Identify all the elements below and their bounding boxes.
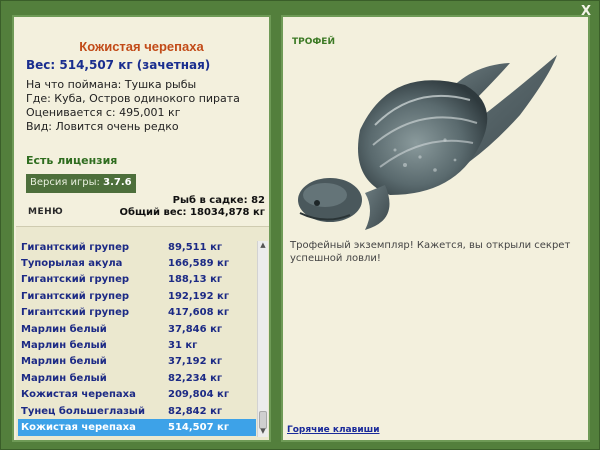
scroll-up-arrow-icon[interactable]: ▲ <box>258 241 268 251</box>
catch-name: Гигантский групер <box>21 241 130 253</box>
catch-name: Гигантский групер <box>21 290 130 302</box>
trophy-panel: ТРОФЕЙ Трофейный экземпляр! Кажется, вы … <box>281 15 590 442</box>
catch-name: Марлин белый <box>21 340 107 352</box>
trophy-text: Трофейный экземпляр! Кажется, вы открыли… <box>290 240 571 264</box>
catch-weight: 37,846 кг <box>168 323 223 335</box>
catch-name: Марлин белый <box>21 323 107 335</box>
catch-name: Кожистая черепаха <box>21 421 136 433</box>
version-bar: Версия игры: 3.7.6 <box>26 174 136 193</box>
catch-weight: 166,589 кг <box>168 258 230 270</box>
catch-weight: 514,507 кг <box>168 421 230 433</box>
catch-weight: 82,234 кг <box>168 372 223 384</box>
catch-list[interactable]: Гигантский групер 89,511 кг Тупорылая акул… <box>16 226 269 440</box>
version-label: Версия игры: <box>30 177 100 188</box>
catch-row[interactable]: Марлин белый 31 кг <box>18 337 256 353</box>
catch-row[interactable]: Марлин белый 37,846 кг <box>18 321 256 337</box>
catch-name: Гигантский групер <box>21 307 130 319</box>
license-status: Есть лицензия <box>26 154 118 167</box>
info-trophy-threshold: Оценивается с: 495,001 кг <box>26 106 181 119</box>
hotkeys-link[interactable]: Горячие клавиши <box>287 425 380 435</box>
total-weight: Общий вес: 18034,878 кг <box>119 207 265 218</box>
fish-title: Кожистая черепаха <box>79 39 204 54</box>
game-window: X Кожистая черепаха Вес: 514,507 кг (зач… <box>0 0 600 450</box>
catch-row[interactable]: Гигантский групер 192,192 кг <box>18 288 256 304</box>
version-value: 3.7.6 <box>103 177 132 188</box>
fish-info: На что поймана: Тушка рыбы Где: Куба, Ос… <box>26 78 269 134</box>
catch-row[interactable]: Марлин белый 37,192 кг <box>18 354 256 370</box>
catch-row[interactable]: Тупорылая акула 166,589 кг <box>18 255 256 271</box>
catch-row[interactable]: Кожистая черепаха 514,507 кг <box>18 419 256 436</box>
catch-name: Марлин белый <box>21 356 107 368</box>
catch-stats: Рыб в садке: 82 Общий вес: 18034,878 кг <box>119 195 265 219</box>
catch-info-panel: Кожистая черепаха Вес: 514,507 кг (зачет… <box>12 15 271 442</box>
catch-name: Гигантский групер <box>21 274 130 286</box>
catch-name: Кожистая черепаха <box>21 389 136 401</box>
info-bait: На что поймана: Тушка рыбы <box>26 78 197 91</box>
catch-row[interactable]: Гигантский групер 89,511 кг <box>18 239 256 255</box>
catch-row[interactable]: Марлин белый 82,234 кг <box>18 370 256 386</box>
catch-weight: 89,511 кг <box>168 241 223 253</box>
catch-row[interactable]: Гигантский групер 188,13 кг <box>18 272 256 288</box>
catch-rows: Гигантский групер 89,511 кг Тупорылая акул… <box>18 239 256 436</box>
catch-row[interactable]: Тунец большеглазый 82,842 кг <box>18 403 256 419</box>
catch-weight: 188,13 кг <box>168 274 223 286</box>
leatherback-turtle-image <box>298 55 557 230</box>
fish-weight: Вес: 514,507 кг (зачетная) <box>26 58 211 72</box>
scrollbar[interactable]: ▲ ▼ <box>257 241 268 437</box>
info-rarity: Вид: Ловится очень редко <box>26 120 179 133</box>
info-location: Где: Куба, Остров одинокого пирата <box>26 92 240 105</box>
catch-name: Марлин белый <box>21 372 107 384</box>
catch-weight: 31 кг <box>168 340 198 352</box>
scroll-down-arrow-icon[interactable]: ▼ <box>258 427 268 437</box>
catch-weight: 192,192 кг <box>168 290 230 302</box>
catch-weight: 82,842 кг <box>168 405 223 417</box>
catch-name: Тунец большеглазый <box>21 405 145 417</box>
fish-in-cage: Рыб в садке: 82 <box>172 195 265 206</box>
catch-row[interactable]: Гигантский групер 417,608 кг <box>18 305 256 321</box>
catch-weight: 209,804 кг <box>168 389 230 401</box>
catch-name: Тупорылая акула <box>21 258 123 270</box>
catch-weight: 37,192 кг <box>168 356 223 368</box>
catch-weight: 417,608 кг <box>168 307 230 319</box>
menu-button[interactable]: МЕНЮ <box>28 207 63 217</box>
catch-row[interactable]: Кожистая черепаха 209,804 кг <box>18 387 256 403</box>
